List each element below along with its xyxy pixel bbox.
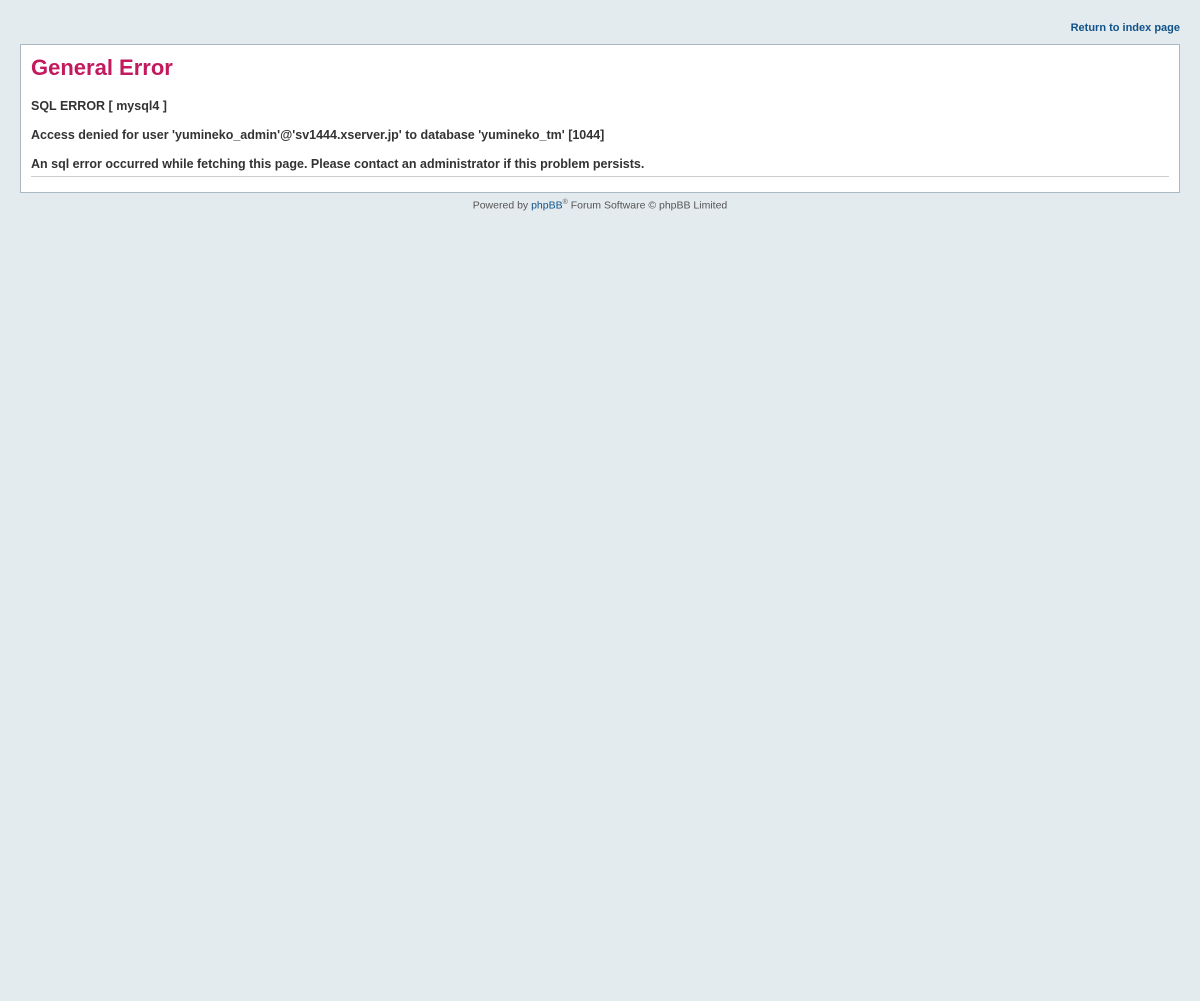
return-to-index-link[interactable]: Return to index page bbox=[1071, 22, 1180, 34]
footer: Powered by phpBB® Forum Software © phpBB… bbox=[0, 199, 1200, 212]
divider bbox=[31, 176, 1169, 177]
sql-error-line: SQL ERROR [ mysql4 ] bbox=[31, 99, 167, 113]
footer-prefix: Powered by bbox=[472, 199, 532, 212]
error-panel: General Error SQL ERROR [ mysql4 ] Acces… bbox=[20, 44, 1180, 193]
error-explanation-line: An sql error occurred while fetching thi… bbox=[31, 157, 645, 171]
access-denied-line: Access denied for user 'yumineko_admin'@… bbox=[31, 128, 605, 142]
error-title: General Error bbox=[31, 55, 173, 80]
footer-suffix: Forum Software © phpBB Limited bbox=[567, 199, 728, 212]
phpbb-link[interactable]: phpBB bbox=[531, 200, 563, 212]
top-nav: Return to index page bbox=[1071, 22, 1180, 34]
